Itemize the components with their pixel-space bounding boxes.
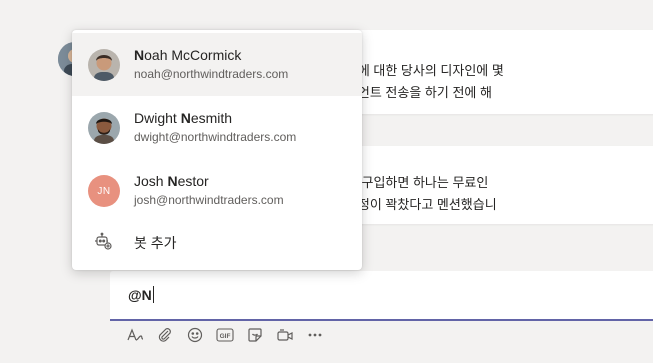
- gif-icon[interactable]: GIF: [210, 323, 240, 347]
- message-composer[interactable]: @N: [110, 271, 653, 321]
- person-name: Dwight Nesmith: [134, 110, 233, 126]
- add-bot-option[interactable]: 봇 추가: [72, 220, 362, 264]
- person-email: dwight@northwindtraders.com: [134, 130, 297, 144]
- person-avatar: [88, 49, 120, 81]
- more-options-icon[interactable]: [300, 323, 330, 347]
- format-icon[interactable]: [120, 323, 150, 347]
- person-email: noah@northwindtraders.com: [134, 67, 289, 81]
- svg-text:GIF: GIF: [220, 333, 231, 340]
- composer-input[interactable]: @N: [128, 286, 154, 303]
- person-name: Josh Nestor: [134, 173, 209, 189]
- mention-suggestion-josh[interactable]: JN Josh Nestor josh@northwindtraders.com: [72, 159, 362, 222]
- attach-icon[interactable]: [150, 323, 180, 347]
- person-name: Noah McCormick: [134, 47, 242, 63]
- composer-value: @N: [128, 287, 152, 303]
- person-avatar: [88, 112, 120, 144]
- mention-suggestion-noah[interactable]: Noah McCormick noah@northwindtraders.com: [72, 33, 362, 96]
- composer-toolbar: GIF: [120, 323, 330, 347]
- mention-suggestion-dwight[interactable]: Dwight Nesmith dwight@northwindtraders.c…: [72, 96, 362, 159]
- person-initials-avatar: JN: [88, 175, 120, 207]
- mention-suggestions-popup: Noah McCormick noah@northwindtraders.com…: [72, 30, 362, 270]
- text-caret: [152, 286, 154, 303]
- sticker-icon[interactable]: [240, 323, 270, 347]
- emoji-icon[interactable]: [180, 323, 210, 347]
- person-email: josh@northwindtraders.com: [134, 193, 284, 207]
- bot-add-icon: [94, 232, 112, 255]
- add-bot-label: 봇 추가: [134, 235, 177, 251]
- meet-now-icon[interactable]: [270, 323, 300, 347]
